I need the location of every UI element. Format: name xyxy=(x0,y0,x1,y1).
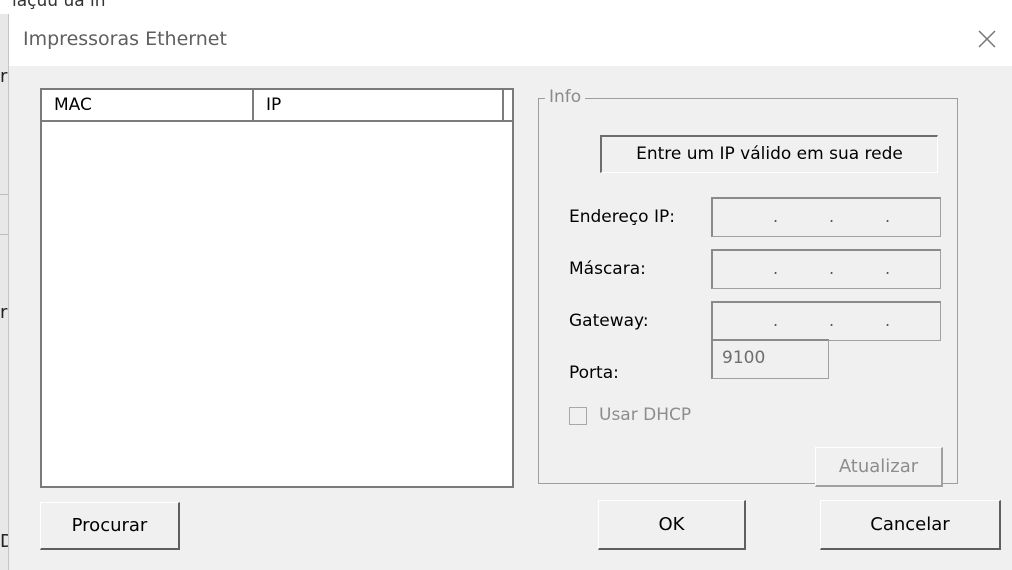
update-button[interactable]: Atualizar xyxy=(815,447,943,487)
printers-dialog: Impressoras Ethernet MAC IP Info Entre u… xyxy=(8,14,1012,570)
mask-label: Máscara: xyxy=(569,259,646,279)
background-glyph: r xyxy=(0,66,8,87)
close-icon xyxy=(978,30,996,48)
background-divider xyxy=(0,234,8,235)
ok-button[interactable]: OK xyxy=(598,500,746,550)
title-bar[interactable]: Impressoras Ethernet xyxy=(9,14,1012,66)
cancel-button[interactable]: Cancelar xyxy=(820,500,1001,550)
ip-address-label: Endereço IP: xyxy=(569,207,675,227)
dialog-title: Impressoras Ethernet xyxy=(23,28,227,50)
gateway-label: Gateway: xyxy=(569,311,649,331)
ip-address-field[interactable]: ... xyxy=(711,197,941,237)
printer-list[interactable]: MAC IP xyxy=(40,88,514,488)
column-header-filler xyxy=(504,90,512,122)
search-button[interactable]: Procurar xyxy=(40,502,180,550)
background-divider xyxy=(0,194,8,195)
background-glyph: r xyxy=(0,302,8,323)
port-label: Porta: xyxy=(569,363,619,383)
background-window-strip: ıaçuu ua ın xyxy=(0,0,1012,15)
close-button[interactable] xyxy=(969,21,1005,57)
column-header-ip[interactable]: IP xyxy=(254,90,504,122)
list-header: MAC IP xyxy=(42,90,512,124)
ip-hint: Entre um IP válido em sua rede xyxy=(600,135,938,173)
info-group-legend: Info xyxy=(545,87,586,107)
dhcp-label[interactable]: Usar DHCP xyxy=(599,405,691,425)
mask-field[interactable]: ... xyxy=(711,249,941,289)
port-field[interactable]: 9100 xyxy=(711,339,829,379)
background-window-text: ıaçuu ua ın xyxy=(12,0,106,11)
gateway-field[interactable]: ... xyxy=(711,301,941,341)
dhcp-checkbox[interactable] xyxy=(569,407,587,425)
background-window-edge: r r D xyxy=(0,14,14,570)
column-header-mac[interactable]: MAC xyxy=(42,90,254,122)
info-group: Info Entre um IP válido em sua rede Ende… xyxy=(538,87,958,487)
